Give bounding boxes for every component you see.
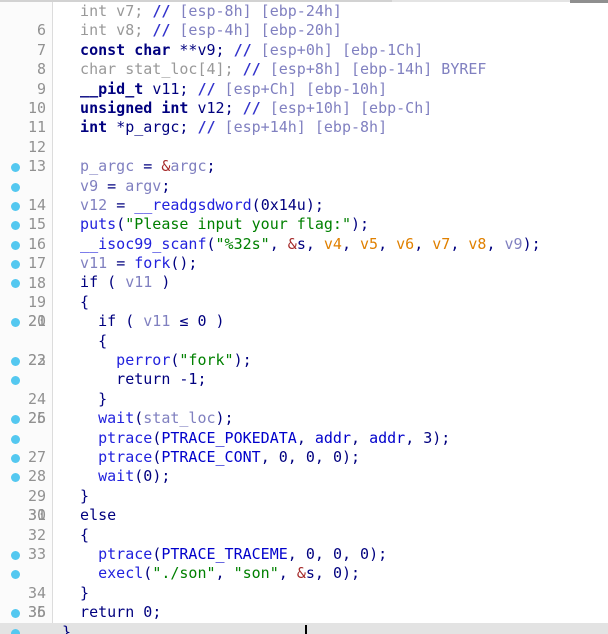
line-content[interactable]: __isoc99_scanf("%32s", &s, v4, v5, v6, v…: [62, 235, 541, 254]
breakpoint-dot-icon[interactable]: [11, 609, 20, 619]
line-content[interactable]: {: [62, 293, 89, 312]
line-content[interactable]: }: [62, 623, 71, 634]
code-line[interactable]: 8 const char **v9; // [esp+0h] [ebp-1Ch]: [0, 41, 608, 78]
line-content[interactable]: if ( v11 ): [62, 273, 170, 292]
line-content[interactable]: unsigned int v12; // [esp+10h] [ebp-Ch]: [62, 99, 432, 118]
breakpoint-dot-icon[interactable]: [11, 628, 20, 634]
line-content[interactable]: else: [62, 506, 116, 525]
breakpoint-dot-icon[interactable]: [11, 434, 20, 444]
breakpoint-dot-icon[interactable]: [11, 201, 20, 211]
breakpoint-dot-icon[interactable]: [11, 473, 20, 483]
line-content[interactable]: wait(0);: [62, 467, 170, 486]
text-caret: [305, 624, 307, 634]
line-content[interactable]: return -1;: [62, 370, 206, 389]
breakpoint-dot-icon[interactable]: [11, 163, 20, 173]
line-content[interactable]: perror("fork");: [62, 351, 251, 370]
breakpoint-dot-icon[interactable]: [11, 240, 20, 250]
line-content[interactable]: __pid_t v11; // [esp+Ch] [ebp-10h]: [62, 80, 387, 99]
code-line[interactable]: 21 {: [0, 293, 608, 330]
line-content[interactable]: }: [62, 390, 107, 409]
line-content[interactable]: ptrace(PTRACE_POKEDATA, addr, addr, 3);: [62, 429, 450, 448]
code-line[interactable]: 11 unsigned int v12; // [esp+10h] [ebp-C…: [0, 99, 608, 136]
code-line[interactable]: 31 }: [0, 487, 608, 524]
code-line[interactable]: 20 if ( v11 ): [0, 273, 608, 330]
code-line[interactable]: 16 v12 = __readgsdword(0x14u);: [0, 196, 608, 253]
breakpoint-dot-icon[interactable]: [11, 318, 20, 328]
code-line[interactable]: 35 execl("./son", "son", &s, 0);: [0, 564, 608, 621]
code-line[interactable]: 22 if ( v11 ≤ 0 ): [0, 312, 608, 369]
line-content[interactable]: }: [62, 584, 89, 603]
code-line[interactable]: 24 perror("fork");: [0, 351, 608, 408]
code-line[interactable]: 28 ptrace(PTRACE_POKEDATA, addr, addr, 3…: [0, 429, 608, 485]
line-content[interactable]: ptrace(PTRACE_CONT, 0, 0, 0);: [62, 448, 360, 467]
line-content[interactable]: int v7; // [esp-8h] [ebp-24h]: [62, 2, 342, 21]
code-line[interactable]: 14 p_argc = &argc;: [0, 157, 608, 214]
breakpoint-dot-icon[interactable]: [11, 279, 20, 289]
code-line[interactable]: 30 wait(0);: [0, 467, 608, 524]
code-line[interactable]: 36 }: [0, 584, 608, 621]
code-lines-container[interactable]: 6 int v7; // [esp-8h] [ebp-24h] 7 int v8…: [0, 2, 608, 634]
breakpoint-dot-icon[interactable]: [11, 357, 20, 367]
breakpoint-dot-icon[interactable]: [11, 453, 20, 463]
code-line[interactable]: 9 char stat_loc[4]; // [esp+8h] [ebp-14h…: [0, 60, 608, 97]
code-line[interactable]: 37 return 0;: [0, 603, 608, 622]
line-content[interactable]: v12 = __readgsdword(0x14u);: [62, 196, 324, 215]
code-line[interactable]: 17 puts("Please input your flag:");: [0, 215, 608, 272]
code-line[interactable]: 26 }: [0, 390, 608, 427]
breakpoint-dot-icon[interactable]: [11, 376, 20, 386]
code-line[interactable]: 23 {: [0, 332, 608, 369]
line-content[interactable]: return 0;: [62, 603, 161, 622]
line-content[interactable]: {: [62, 332, 107, 351]
code-line[interactable]: 7 int v8; // [esp-4h] [ebp-20h]: [0, 21, 608, 58]
code-line[interactable]: 29 ptrace(PTRACE_CONT, 0, 0, 0);: [0, 448, 608, 505]
line-content[interactable]: {: [62, 526, 89, 545]
code-line[interactable]: 6 int v7; // [esp-8h] [ebp-24h]: [0, 2, 608, 39]
breakpoint-dot-icon[interactable]: [11, 570, 20, 580]
line-content[interactable]: if ( v11 ≤ 0 ): [62, 312, 224, 331]
line-content[interactable]: v9 = argv;: [62, 177, 170, 196]
code-line[interactable]: 13: [0, 138, 608, 175]
code-line[interactable]: 19 v11 = fork();: [0, 254, 608, 311]
breakpoint-dot-icon[interactable]: [11, 550, 20, 560]
line-content[interactable]: ptrace(PTRACE_TRACEME, 0, 0, 0);: [62, 545, 387, 564]
line-content[interactable]: char stat_loc[4]; // [esp+8h] [ebp-14h] …: [62, 60, 486, 79]
line-content[interactable]: int *p_argc; // [esp+14h] [ebp-8h]: [62, 118, 387, 137]
code-line[interactable]: 34 ptrace(PTRACE_TRACEME, 0, 0, 0);: [0, 545, 608, 602]
breakpoint-dot-icon[interactable]: [11, 260, 20, 270]
line-content[interactable]: execl("./son", "son", &s, 0);: [62, 564, 360, 583]
code-line[interactable]: 33 {: [0, 526, 608, 563]
line-content[interactable]: int v8; // [esp-4h] [ebp-20h]: [62, 21, 342, 40]
code-line[interactable]: 12 int *p_argc; // [esp+14h] [ebp-8h]: [0, 118, 608, 155]
code-line[interactable]: 18 __isoc99_scanf("%32s", &s, v4, v5, v6…: [0, 235, 608, 292]
code-line[interactable]: 25 return -1;: [0, 370, 608, 427]
breakpoint-dot-icon[interactable]: [11, 221, 20, 231]
line-content[interactable]: const char **v9; // [esp+0h] [ebp-1Ch]: [62, 41, 423, 60]
code-line[interactable]: 15 v9 = argv;: [0, 177, 608, 233]
line-content[interactable]: p_argc = &argc;: [62, 157, 215, 176]
line-content[interactable]: v11 = fork();: [62, 254, 197, 273]
pseudocode-editor[interactable]: 6 int v7; // [esp-8h] [ebp-24h] 7 int v8…: [0, 0, 608, 634]
line-content[interactable]: wait(stat_loc);: [62, 409, 233, 428]
line-content[interactable]: }: [62, 487, 89, 506]
breakpoint-dot-icon[interactable]: [11, 415, 20, 425]
code-line[interactable]: 10 __pid_t v11; // [esp+Ch] [ebp-10h]: [0, 80, 608, 117]
code-line[interactable]: 27 wait(stat_loc);: [0, 409, 608, 466]
code-line-current[interactable]: 38 }: [0, 622, 608, 634]
code-line[interactable]: 32 else: [0, 506, 608, 543]
breakpoint-dot-icon[interactable]: [11, 182, 20, 192]
line-content[interactable]: puts("Please input your flag:");: [62, 215, 369, 234]
